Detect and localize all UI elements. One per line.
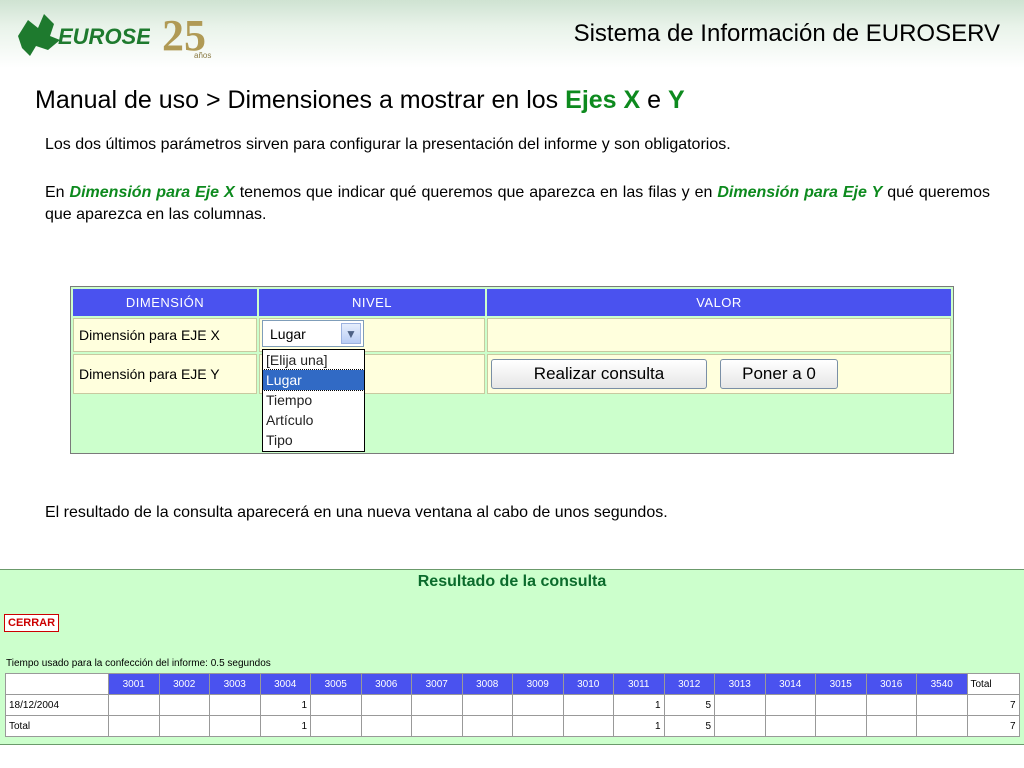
table-row: Total 1 1 5 7 [5, 715, 1020, 737]
column-header: 3001 [108, 673, 160, 695]
result-note-paragraph: El resultado de la consulta aparecerá en… [45, 504, 668, 521]
table-cell [461, 715, 513, 737]
column-header: 3012 [663, 673, 715, 695]
page-title: Manual de uso > Dimensiones a mostrar en… [35, 86, 685, 114]
dropdown-option[interactable]: Lugar [262, 369, 365, 391]
table-cell: 5 [663, 715, 715, 737]
row-x-label: Dimensión para EJE X [73, 318, 257, 352]
header-dimension: DIMENSIÓN [73, 289, 257, 316]
table-row: 18/12/2004 1 1 5 7 [5, 694, 1020, 716]
table-cell [158, 715, 210, 737]
column-header-total: Total [966, 673, 1020, 695]
result-title: Resultado de la consulta [417, 573, 607, 590]
svg-text:EUROSERV: EUROSERV [58, 24, 150, 49]
dropdown-option[interactable]: Tipo [263, 430, 364, 450]
title-ejes-x: Ejes X [565, 86, 641, 114]
column-header: 3002 [158, 673, 210, 695]
column-header: 3014 [764, 673, 816, 695]
run-query-button[interactable]: Realizar consulta [491, 359, 707, 389]
table-cell [714, 694, 766, 716]
table-cell [108, 715, 160, 737]
intro-paragraph: Los dos últimos parámetros sirven para c… [45, 136, 731, 153]
column-header: 3008 [461, 673, 513, 695]
table-cell [865, 715, 917, 737]
euroserv-logo: EUROSERV [18, 14, 150, 56]
table-cell [411, 694, 463, 716]
table-cell [916, 715, 968, 737]
time-info: Tiempo usado para la confección del info… [6, 658, 271, 669]
table-cell [310, 694, 362, 716]
header-corner [5, 673, 109, 695]
dimension-form: DIMENSIÓN NIVEL VALOR Dimensión para EJE… [70, 286, 954, 454]
table-cell [512, 694, 564, 716]
svg-text:años: años [194, 51, 211, 60]
table-cell [815, 715, 867, 737]
table-cell [512, 715, 564, 737]
table-cell: 1 [259, 694, 311, 716]
dimension-x-select[interactable]: Lugar ▼ [262, 320, 364, 347]
chevron-down-icon[interactable]: ▼ [341, 323, 361, 344]
anniversary-25-logo: 25 años [162, 11, 211, 60]
header-nivel: NIVEL [259, 289, 485, 316]
axis-paragraph: En Dimensión para Eje X tenemos que indi… [45, 184, 991, 223]
row-y-label: Dimensión para EJE Y [73, 354, 257, 394]
row-label: Total [5, 715, 109, 737]
result-window: Resultado de la consulta CERRAR Tiempo u… [0, 569, 1024, 745]
row-x-valor-cell [487, 318, 951, 352]
row-total: 7 [966, 715, 1020, 737]
column-header: 3007 [411, 673, 463, 695]
table-cell: 5 [663, 694, 715, 716]
table-cell [714, 715, 766, 737]
column-header: 3011 [613, 673, 665, 695]
column-header: 3540 [916, 673, 968, 695]
dimension-x-term: Dimensión para Eje X [69, 184, 235, 201]
result-header-row: 3001 3002 3003 3004 3005 3006 3007 3008 3009 3010… [5, 673, 1020, 695]
table-cell [562, 715, 614, 737]
table-cell [916, 694, 968, 716]
dimension-dropdown-list: [Elija una] Lugar Tiempo Artículo Tipo [262, 349, 365, 452]
table-cell [108, 694, 160, 716]
table-cell [360, 694, 412, 716]
header-valor: VALOR [487, 289, 951, 316]
table-cell [209, 694, 261, 716]
table-cell: 1 [259, 715, 311, 737]
column-header: 3005 [310, 673, 362, 695]
column-header: 3013 [714, 673, 766, 695]
table-cell [764, 715, 816, 737]
column-header: 3009 [512, 673, 564, 695]
column-header: 3004 [259, 673, 311, 695]
header: EUROSERV 25 años Sistema de Información … [0, 0, 1024, 68]
dimension-y-term: Dimensión para Eje Y [717, 184, 883, 201]
table-cell [764, 694, 816, 716]
table-cell [865, 694, 917, 716]
table-cell [411, 715, 463, 737]
table-cell [209, 715, 261, 737]
row-total: 7 [966, 694, 1020, 716]
column-header: 3003 [209, 673, 261, 695]
table-cell [562, 694, 614, 716]
result-table: 3001 3002 3003 3004 3005 3006 3007 3008 3009 3010… [5, 673, 1020, 737]
table-cell [815, 694, 867, 716]
close-button[interactable]: CERRAR [4, 614, 60, 632]
table-cell [310, 715, 362, 737]
reset-button[interactable]: Poner a 0 [720, 359, 838, 389]
column-header: 3006 [360, 673, 412, 695]
table-cell [158, 694, 210, 716]
title-y: Y [668, 86, 685, 114]
system-title: Sistema de Información de EUROSERV [573, 20, 1000, 47]
row-label: 18/12/2004 [5, 694, 109, 716]
dropdown-option[interactable]: Tiempo [263, 390, 364, 410]
table-cell [461, 694, 513, 716]
column-header: 3010 [562, 673, 614, 695]
table-cell: 1 [613, 694, 665, 716]
column-header: 3015 [815, 673, 867, 695]
table-cell [360, 715, 412, 737]
dropdown-option[interactable]: [Elija una] [263, 350, 364, 370]
table-cell: 1 [613, 715, 665, 737]
dropdown-option[interactable]: Artículo [263, 410, 364, 430]
column-header: 3016 [865, 673, 917, 695]
